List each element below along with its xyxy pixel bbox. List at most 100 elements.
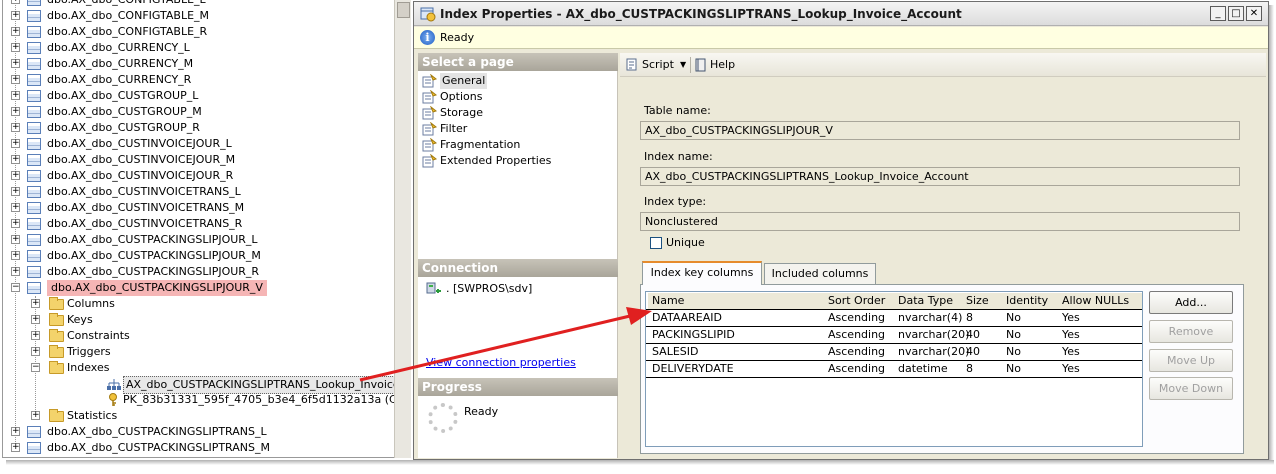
index-columns-grid[interactable]: Name Sort Order Data Type Size Identity Allow…	[645, 291, 1143, 447]
tree-table-node[interactable]: + dbo.AX_dbo_CUSTGROUP_R	[3, 120, 394, 136]
tree-table-node[interactable]: + dbo.AX_dbo_CURRENCY_M	[3, 56, 394, 72]
tree-table-node[interactable]: + dbo.AX_dbo_CUSTPACKINGSLIPJOUR_L	[3, 232, 394, 248]
tree-table-node[interactable]: + dbo.AX_dbo_CUSTPACKINGSLIPJOUR_M	[3, 248, 394, 264]
expand-icon[interactable]: +	[11, 107, 20, 116]
table-row-cell[interactable]: SALESID	[648, 344, 824, 360]
tree-table-node[interactable]: + dbo.AX_dbo_CURRENCY_R	[3, 72, 394, 88]
add-button[interactable]: Add...	[1149, 291, 1233, 314]
tree-index-node[interactable]: AX_dbo_CUSTPACKINGSLIPTRANS_Lookup_Invoi…	[3, 376, 394, 394]
tree-folder-node[interactable]: + Constraints	[3, 328, 394, 344]
table-row-cell[interactable]: 40	[962, 344, 1002, 360]
expand-icon[interactable]: +	[31, 411, 40, 420]
expand-icon[interactable]: +	[11, 43, 20, 52]
tab-index-key-columns[interactable]: Index key columns	[642, 261, 762, 285]
collapse-icon[interactable]: −	[11, 283, 20, 292]
table-row-cell[interactable]: No	[1002, 344, 1058, 360]
tree-table-node[interactable]: − dbo.AX_dbo_CUSTPACKINGSLIPJOUR_V	[3, 280, 394, 296]
expand-icon[interactable]: +	[11, 11, 20, 20]
expand-icon[interactable]: +	[11, 187, 20, 196]
tree-table-node[interactable]: + dbo.AX_dbo_CUSTGROUP_L	[3, 88, 394, 104]
view-connection-properties-link[interactable]: View connection properties	[426, 356, 576, 369]
expand-icon[interactable]: +	[11, 443, 20, 452]
expand-icon[interactable]: +	[11, 75, 20, 84]
move-up-button[interactable]: Move Up	[1149, 349, 1233, 372]
tab-included-columns[interactable]: Included columns	[764, 263, 876, 285]
grid-header-name[interactable]: Name	[648, 293, 824, 309]
tree-index-node[interactable]: PK_83b31331_595f_4705_b3e4_6f5d1132a13a …	[3, 392, 394, 408]
tree-folder-node[interactable]: + Triggers	[3, 344, 394, 360]
table-row-cell[interactable]: nvarchar(20)	[894, 344, 969, 360]
expand-icon[interactable]: +	[11, 59, 20, 68]
maximize-button[interactable]: □	[1228, 6, 1244, 21]
tree-table-node[interactable]: + dbo.AX_dbo_CUSTINVOICEJOUR_R	[3, 168, 394, 184]
expand-icon[interactable]: +	[11, 139, 20, 148]
tree-table-node[interactable]: + dbo.AX_dbo_CONFIGTABLE_R	[3, 24, 394, 40]
expand-icon[interactable]: +	[31, 331, 40, 340]
script-dropdown-icon[interactable]: ▼	[680, 57, 686, 73]
tree-scrollbar[interactable]	[394, 0, 411, 458]
tree-table-node[interactable]: + dbo.AX_dbo_CUSTPACKINGSLIPJOUR_R	[3, 264, 394, 280]
tree-folder-node[interactable]: + Keys	[3, 312, 394, 328]
table-row-cell[interactable]: DELIVERYDATE	[648, 361, 824, 377]
expand-icon[interactable]: +	[31, 315, 40, 324]
tree-table-node[interactable]: + dbo.AX_dbo_CUSTPACKINGSLIPTRANS_M	[3, 440, 394, 456]
remove-button[interactable]: Remove	[1149, 320, 1233, 343]
table-row-cell[interactable]: No	[1002, 361, 1058, 377]
tree-table-node[interactable]: + dbo.AX_dbo_CUSTINVOICETRANS_R	[3, 216, 394, 232]
tree-folder-node[interactable]: − Indexes	[3, 360, 394, 376]
expand-icon[interactable]: +	[11, 251, 20, 260]
grid-header-allow-nulls[interactable]: Allow NULLs	[1058, 293, 1142, 309]
expand-icon[interactable]: +	[31, 299, 40, 308]
tree-folder-node[interactable]: + Columns	[3, 296, 394, 312]
expand-icon[interactable]: +	[11, 219, 20, 228]
expand-icon[interactable]: +	[11, 91, 20, 100]
table-row-cell[interactable]: 8	[962, 361, 1002, 377]
tree-table-node[interactable]: + dbo.AX_dbo_CUSTPACKINGSLIPTRANS_L	[3, 424, 394, 440]
tree-table-node[interactable]: + dbo.AX_dbo_CURRENCY_L	[3, 40, 394, 56]
table-row-cell[interactable]: Ascending	[824, 310, 894, 326]
table-row-cell[interactable]: nvarchar(20)	[894, 327, 969, 343]
expand-icon[interactable]: +	[11, 427, 20, 436]
grid-header-sort-order[interactable]: Sort Order	[824, 293, 894, 309]
grid-header-identity[interactable]: Identity	[1002, 293, 1058, 309]
table-row-cell[interactable]: No	[1002, 327, 1058, 343]
tree-table-node[interactable]: + dbo.AX_dbo_CONFIGTABLE_L	[3, 0, 394, 8]
table-row-cell[interactable]: Yes	[1058, 361, 1142, 377]
tree-table-node[interactable]: + dbo.AX_dbo_CUSTGROUP_M	[3, 104, 394, 120]
tree-table-node[interactable]: + dbo.AX_dbo_CUSTINVOICETRANS_M	[3, 200, 394, 216]
table-row-cell[interactable]: No	[1002, 310, 1058, 326]
expand-icon[interactable]: +	[11, 267, 20, 276]
table-row-cell[interactable]: Yes	[1058, 344, 1142, 360]
grid-header-data-type[interactable]: Data Type	[894, 293, 962, 309]
table-row-cell[interactable]: Ascending	[824, 361, 894, 377]
table-row-cell[interactable]: PACKINGSLIPID	[648, 327, 824, 343]
expand-icon[interactable]: +	[11, 123, 20, 132]
collapse-icon[interactable]: −	[31, 363, 40, 372]
table-row-cell[interactable]: 40	[962, 327, 1002, 343]
table-row-cell[interactable]: Ascending	[824, 344, 894, 360]
expand-icon[interactable]: +	[31, 347, 40, 356]
table-row-cell[interactable]: 8	[962, 310, 1002, 326]
move-down-button[interactable]: Move Down	[1149, 377, 1233, 400]
expand-icon[interactable]: +	[11, 27, 20, 36]
tree-folder-node[interactable]: + Statistics	[3, 408, 394, 424]
tree-table-node[interactable]: + dbo.AX_dbo_CUSTINVOICEJOUR_L	[3, 136, 394, 152]
table-row-cell[interactable]: Yes	[1058, 310, 1142, 326]
close-button[interactable]: ✕	[1246, 6, 1262, 21]
table-row-cell[interactable]: Ascending	[824, 327, 894, 343]
unique-checkbox[interactable]	[650, 237, 662, 249]
scroll-thumb[interactable]	[397, 2, 410, 18]
table-row-cell[interactable]: DATAAREAID	[648, 310, 824, 326]
expand-icon[interactable]: +	[11, 171, 20, 180]
expand-icon[interactable]: +	[11, 0, 20, 4]
dialog-titlebar[interactable]: Index Properties - AX_dbo_CUSTPACKINGSLI…	[414, 2, 1268, 26]
minimize-button[interactable]: _	[1210, 6, 1226, 21]
tree-table-node[interactable]: + dbo.AX_dbo_CUSTINVOICETRANS_L	[3, 184, 394, 200]
table-row-cell[interactable]: nvarchar(4)	[894, 310, 962, 326]
table-row-cell[interactable]: datetime	[894, 361, 962, 377]
grid-header-size[interactable]: Size	[962, 293, 1002, 309]
expand-icon[interactable]: +	[11, 235, 20, 244]
expand-icon[interactable]: +	[11, 203, 20, 212]
table-row-cell[interactable]: Yes	[1058, 327, 1142, 343]
expand-icon[interactable]: +	[11, 155, 20, 164]
